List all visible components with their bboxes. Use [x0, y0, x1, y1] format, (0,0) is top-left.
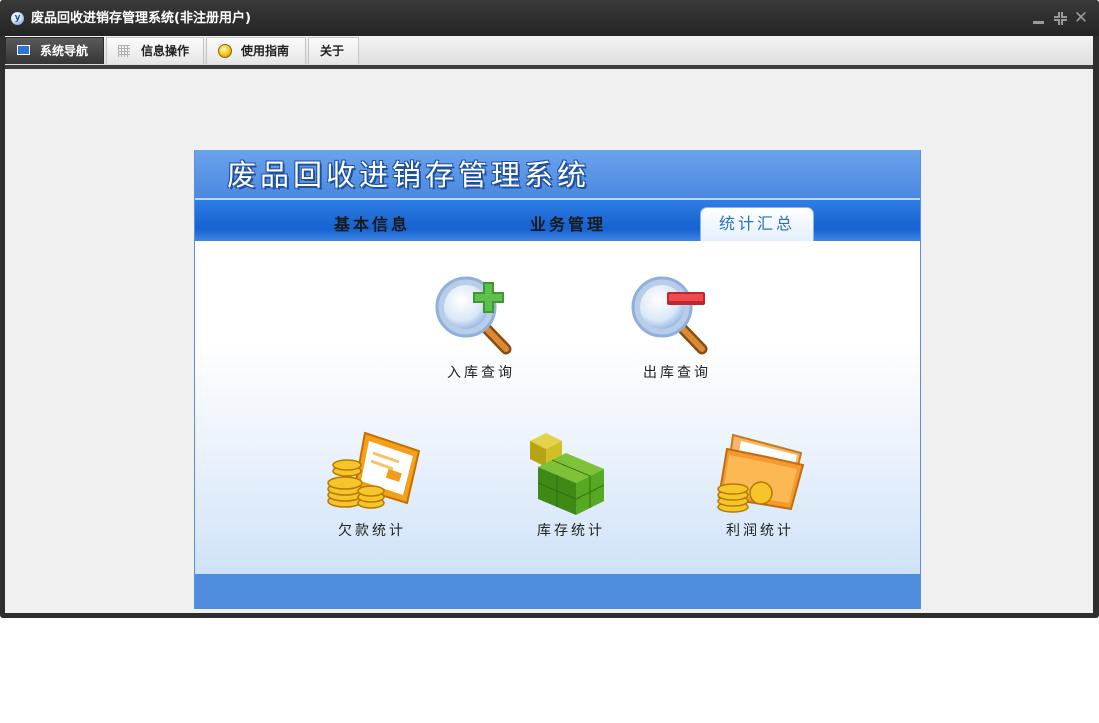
tab-about[interactable]: 关于	[308, 37, 359, 64]
title-bar[interactable]: y 废品回收进销存管理系统(非注册用户) ✕	[0, 0, 1099, 36]
magnifier-minus-icon	[631, 276, 708, 355]
function-label: 出库查询	[643, 365, 711, 381]
minimize-button[interactable]	[1031, 9, 1047, 27]
function-label: 库存统计	[537, 523, 605, 539]
debt-statistics-button[interactable]: 欠款统计	[317, 431, 427, 541]
tab-label: 系统导航	[40, 44, 89, 58]
panel-body: 入库查询 出库查询 欠款统计 库存统计 利润统计	[195, 241, 920, 574]
panel-footer	[195, 574, 920, 609]
restore-button[interactable]	[1052, 9, 1068, 27]
tab-bar: 系统导航 信息操作 使用指南 关于	[5, 36, 1093, 65]
function-label: 利润统计	[726, 523, 794, 539]
green-cubes-icon	[530, 433, 605, 515]
coins-card-icon	[327, 431, 421, 509]
tab-label: 关于	[320, 44, 345, 58]
inventory-statistics-button[interactable]: 库存统计	[516, 431, 626, 541]
magnifier-plus-icon	[435, 276, 512, 355]
tab-label: 信息操作	[141, 44, 190, 58]
tab-user-guide[interactable]: 使用指南	[206, 37, 306, 64]
profit-statistics-button[interactable]: 利润统计	[705, 431, 815, 541]
nav-basic-info[interactable]: 基本信息	[334, 214, 410, 236]
tab-label: 使用指南	[241, 44, 290, 58]
help-icon	[218, 44, 232, 58]
panel-title: 废品回收进销存管理系统	[227, 158, 591, 192]
grid-icon	[118, 45, 130, 57]
tab-info-operations[interactable]: 信息操作	[106, 37, 204, 64]
function-label: 入库查询	[447, 365, 515, 381]
tab-system-navigation[interactable]: 系统导航	[5, 37, 104, 64]
nav-business-management[interactable]: 业务管理	[530, 214, 606, 236]
navigation-panel: 废品回收进销存管理系统 基本信息 业务管理 统计汇总 入库查询 出库查询 欠款统…	[194, 150, 921, 609]
window-title: 废品回收进销存管理系统(非注册用户)	[31, 11, 251, 26]
monitor-icon	[17, 45, 30, 55]
inbound-query-button[interactable]: 入库查询	[426, 273, 536, 383]
folder-coins-icon	[717, 433, 805, 513]
outbound-query-button[interactable]: 出库查询	[622, 273, 732, 383]
close-button[interactable]: ✕	[1073, 8, 1089, 28]
app-logo-icon: y	[11, 12, 24, 25]
nav-statistics-summary[interactable]: 统计汇总	[700, 207, 814, 241]
function-label: 欠款统计	[338, 523, 406, 539]
panel-header: 废品回收进销存管理系统	[195, 150, 920, 198]
